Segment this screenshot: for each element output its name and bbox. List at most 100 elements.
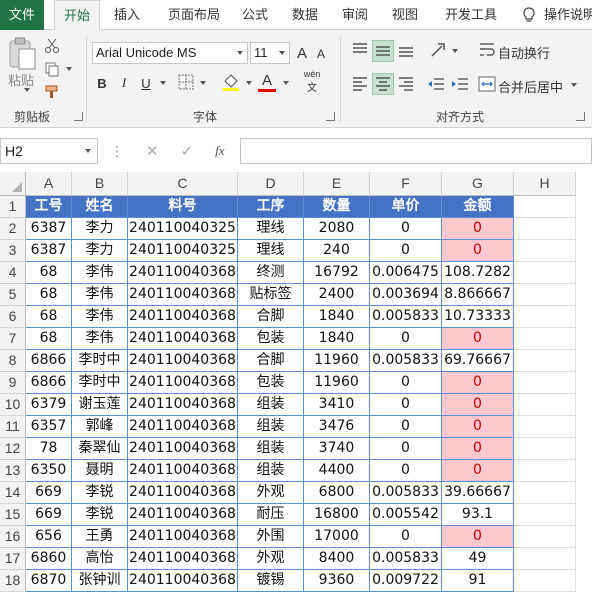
table-cell[interactable]: 91	[442, 570, 514, 592]
table-header-cell[interactable]: 工号	[26, 196, 72, 218]
table-cell[interactable]: 6387	[26, 218, 72, 240]
row-header[interactable]: 5	[0, 284, 26, 306]
table-cell[interactable]: 镀锡	[238, 570, 304, 592]
tab-data[interactable]: 数据	[282, 0, 328, 30]
row-header[interactable]: 3	[0, 240, 26, 262]
empty-cell[interactable]	[514, 372, 576, 394]
table-cell[interactable]: 69.76667	[442, 350, 514, 372]
column-header-b[interactable]: B	[72, 172, 128, 196]
tab-view[interactable]: 视图	[382, 0, 428, 30]
table-cell[interactable]: 0.005542	[370, 504, 442, 526]
align-right-icon[interactable]	[396, 74, 416, 94]
table-cell[interactable]: 0	[370, 460, 442, 482]
table-cell[interactable]: 240110040368	[128, 504, 238, 526]
table-cell[interactable]: 6860	[26, 548, 72, 570]
table-cell[interactable]: 0	[442, 328, 514, 350]
table-cell[interactable]: 0.005833	[370, 548, 442, 570]
bold-button[interactable]: B	[94, 74, 110, 92]
decrease-indent-icon[interactable]	[426, 74, 446, 94]
row-header[interactable]: 9	[0, 372, 26, 394]
table-cell[interactable]: 终测	[238, 262, 304, 284]
row-header[interactable]: 18	[0, 570, 26, 592]
table-cell[interactable]: 外观	[238, 548, 304, 570]
cut-icon[interactable]	[44, 38, 60, 54]
table-cell[interactable]: 组装	[238, 416, 304, 438]
wrap-text-icon[interactable]	[478, 40, 496, 60]
table-header-cell[interactable]: 工序	[238, 196, 304, 218]
table-cell[interactable]: 李伟	[72, 284, 128, 306]
row-header[interactable]: 16	[0, 526, 26, 548]
table-cell[interactable]: 合脚	[238, 306, 304, 328]
empty-cell[interactable]	[514, 350, 576, 372]
table-cell[interactable]: 8.866667	[442, 284, 514, 306]
table-cell[interactable]: 0.003694	[370, 284, 442, 306]
empty-cell[interactable]	[514, 284, 576, 306]
orientation-icon[interactable]	[428, 40, 448, 60]
table-cell[interactable]: 组装	[238, 460, 304, 482]
table-cell[interactable]: 合脚	[238, 350, 304, 372]
table-cell[interactable]: 0.009722	[370, 570, 442, 592]
row-header[interactable]: 11	[0, 416, 26, 438]
table-cell[interactable]: 0	[442, 394, 514, 416]
insert-function-button[interactable]: fx	[215, 143, 224, 159]
row-header[interactable]: 15	[0, 504, 26, 526]
table-cell[interactable]: 240110040368	[128, 548, 238, 570]
font-color-button[interactable]: A	[258, 72, 276, 89]
table-cell[interactable]: 耐压	[238, 504, 304, 526]
table-cell[interactable]: 0.005833	[370, 482, 442, 504]
table-cell[interactable]: 2080	[304, 218, 370, 240]
table-header-cell[interactable]: 金额	[442, 196, 514, 218]
table-header-cell[interactable]: 料号	[128, 196, 238, 218]
italic-button[interactable]: I	[116, 74, 132, 92]
column-header-f[interactable]: F	[370, 172, 442, 196]
table-cell[interactable]: 张钟训	[72, 570, 128, 592]
table-cell[interactable]: 李时中	[72, 350, 128, 372]
table-cell[interactable]: 0	[442, 416, 514, 438]
table-cell[interactable]: 0	[442, 218, 514, 240]
table-cell[interactable]: 0	[370, 526, 442, 548]
borders-icon[interactable]	[178, 74, 194, 90]
table-header-cell[interactable]: 数量	[304, 196, 370, 218]
table-cell[interactable]: 10.73333	[442, 306, 514, 328]
table-cell[interactable]: 6379	[26, 394, 72, 416]
align-middle-button[interactable]	[372, 40, 394, 62]
font-size-select[interactable]: 11	[250, 42, 290, 64]
underline-button[interactable]: U	[138, 74, 154, 92]
row-header[interactable]: 7	[0, 328, 26, 350]
table-cell[interactable]: 3740	[304, 438, 370, 460]
table-cell[interactable]: 聂明	[72, 460, 128, 482]
orientation-dropdown-arrow[interactable]	[452, 49, 458, 53]
table-cell[interactable]: 8400	[304, 548, 370, 570]
copy-icon[interactable]	[44, 61, 60, 77]
empty-cell[interactable]	[514, 438, 576, 460]
table-cell[interactable]: 6870	[26, 570, 72, 592]
table-cell[interactable]: 6357	[26, 416, 72, 438]
empty-cell[interactable]	[514, 416, 576, 438]
table-cell[interactable]: 17000	[304, 526, 370, 548]
table-cell[interactable]: 240110040368	[128, 438, 238, 460]
merge-center-dropdown-arrow[interactable]	[571, 83, 577, 87]
table-cell[interactable]: 240	[304, 240, 370, 262]
column-header-d[interactable]: D	[238, 172, 304, 196]
wrap-text-button[interactable]: 自动换行	[498, 43, 550, 62]
table-cell[interactable]: 240110040325	[128, 218, 238, 240]
column-header-a[interactable]: A	[26, 172, 72, 196]
font-launcher-icon[interactable]	[326, 112, 335, 121]
table-cell[interactable]: 240110040368	[128, 482, 238, 504]
paste-button[interactable]: 粘贴	[8, 70, 34, 89]
tab-insert[interactable]: 插入	[104, 0, 150, 30]
borders-dropdown-arrow[interactable]	[200, 81, 206, 85]
tab-file[interactable]: 文件	[0, 0, 44, 30]
row-header[interactable]: 1	[0, 196, 26, 218]
table-cell[interactable]: 669	[26, 504, 72, 526]
table-cell[interactable]: 6350	[26, 460, 72, 482]
table-cell[interactable]: 240110040368	[128, 372, 238, 394]
table-cell[interactable]: 0	[442, 372, 514, 394]
empty-cell[interactable]	[514, 328, 576, 350]
table-cell[interactable]: 0	[370, 394, 442, 416]
table-cell[interactable]: 16800	[304, 504, 370, 526]
table-cell[interactable]: 郭峰	[72, 416, 128, 438]
formula-input[interactable]	[240, 138, 592, 164]
table-cell[interactable]: 240110040368	[128, 328, 238, 350]
table-cell[interactable]: 0	[370, 416, 442, 438]
